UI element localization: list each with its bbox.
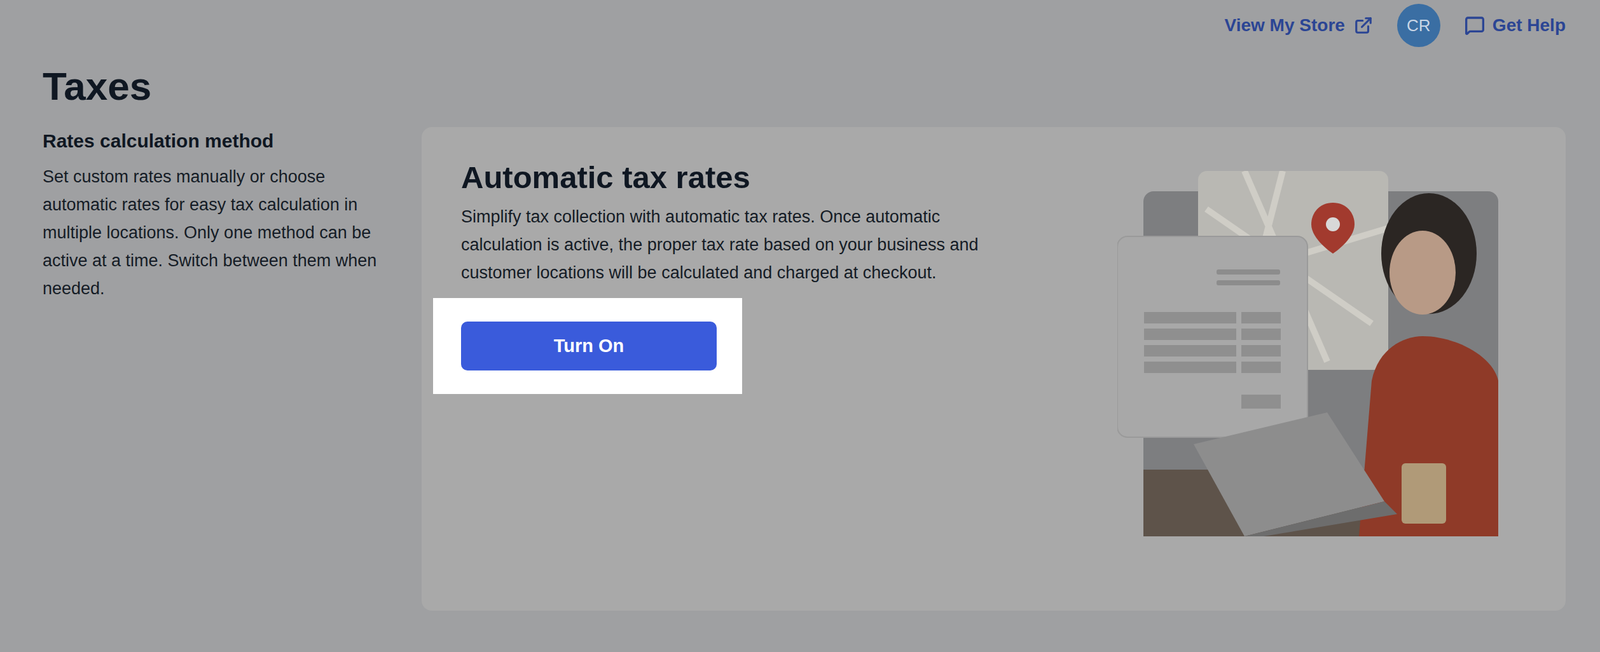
turn-on-button[interactable]: Turn On <box>461 321 717 371</box>
section-info: Rates calculation method Set custom rates… <box>42 127 380 612</box>
chat-icon <box>1464 15 1485 36</box>
user-avatar[interactable]: CR <box>1397 3 1441 48</box>
illustration <box>1117 158 1499 612</box>
section-title: Rates calculation method <box>42 128 380 154</box>
button-spotlight: Turn On <box>433 298 743 395</box>
card-body: Automatic tax rates Simplify tax collecti… <box>433 158 1044 612</box>
external-link-icon <box>1353 15 1373 35</box>
card-description: Simplify tax collection with automatic t… <box>433 202 1044 287</box>
get-help-link[interactable]: Get Help <box>1464 12 1566 39</box>
card-title: Automatic tax rates <box>433 158 1044 197</box>
page: View My Store CR Get Help Taxes Rates calcul… <box>0 0 1600 652</box>
top-bar: View My Store CR Get Help <box>42 0 1566 51</box>
automatic-rates-card: Automatic tax rates Simplify tax collecti… <box>421 127 1566 612</box>
view-store-link[interactable]: View My Store <box>1224 12 1373 39</box>
section-description: Set custom rates manually or choose auto… <box>42 162 380 303</box>
content: Rates calculation method Set custom rates… <box>42 127 1566 612</box>
page-title: Taxes <box>42 63 1566 110</box>
tax-illustration-icon <box>1117 171 1499 537</box>
